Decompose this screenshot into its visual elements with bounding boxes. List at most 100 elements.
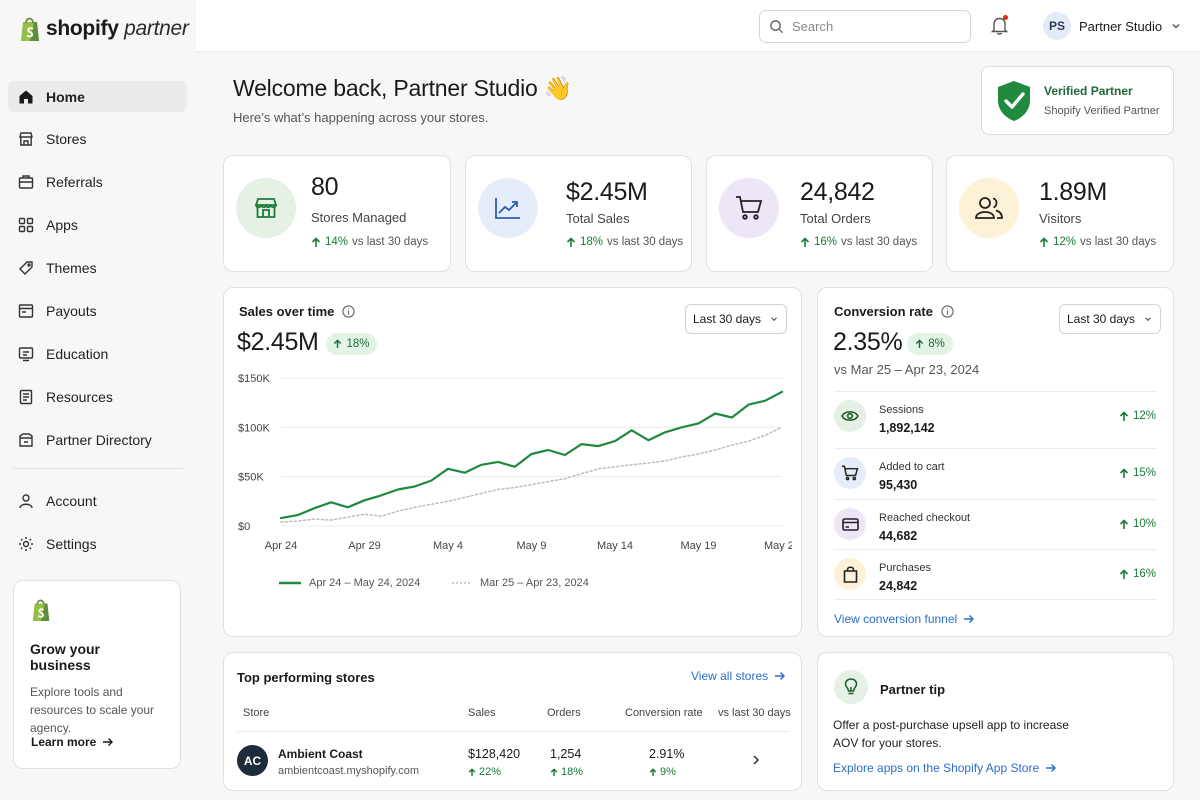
sidebar-item-label: Resources [46,388,113,405]
sidebar: shopify partner Home Stores Referrals Ap… [0,0,196,800]
view-conversion-funnel-link[interactable]: View conversion funnel [834,612,975,626]
sidebar-item-apps[interactable]: Apps [8,209,187,240]
sales-change-value: 18% [346,338,370,350]
arrow-up-icon [311,236,321,247]
arrow-up-icon [916,339,924,349]
chevron-down-icon [1172,24,1180,29]
promo-title: Grow your business [30,641,101,673]
table-row[interactable]: AC Ambient Coast ambientcoast.myshopify.… [224,733,801,789]
sidebar-item-settings[interactable]: Settings [8,528,187,559]
stat-change-value: 12% [1053,236,1077,248]
column-header-conversion[interactable]: Conversion rate [625,707,703,719]
column-header-orders[interactable]: Orders [547,707,581,719]
stat-card-orders[interactable]: 24,842 Total Orders 16% vs last 30 days [706,155,933,272]
stat-change-value: 18% [580,236,604,248]
chevron-right-icon[interactable] [751,754,761,766]
funnel-change-value: 15% [1132,467,1156,479]
store-orders-change: 18% [550,766,583,778]
view-all-stores-label: View all stores [691,669,769,683]
conversion-card: Conversion rate Last 30 days 2.35% 8% vs… [817,287,1174,637]
funnel-change: 16% [1119,568,1156,580]
column-header-store[interactable]: Store [243,707,269,719]
x-tick-label: Apr 24 [265,540,297,552]
view-all-stores-link[interactable]: View all stores [691,669,786,683]
top-stores-title: Top performing stores [237,670,375,685]
sidebar-item-label: Home [46,88,85,105]
sidebar-item-resources[interactable]: Resources [8,381,187,412]
learn-more-link[interactable]: Learn more [31,735,114,749]
verified-title: Verified Partner [1044,84,1133,98]
sales-range-select[interactable]: Last 30 days [685,304,787,334]
stat-card-visitors[interactable]: 1.89M Visitors 12% vs last 30 days [946,155,1174,272]
sidebar-item-home[interactable]: Home [8,81,187,112]
x-tick-label: May 19 [680,540,716,552]
search-input[interactable]: Search [759,10,971,43]
sales-change-badge: 18% [326,333,377,355]
sidebar-item-education[interactable]: Education [8,338,187,369]
stat-card-stores[interactable]: 80 Stores Managed 14% vs last 30 days [223,155,451,272]
users-icon [959,178,1019,238]
arrow-up-icon [550,767,558,776]
stat-change: 14% vs last 30 days [311,236,428,248]
conversion-range-select[interactable]: Last 30 days [1059,304,1161,334]
conversion-value: 2.35% [833,328,903,356]
verified-shield-icon [998,80,1030,121]
info-icon[interactable] [941,305,954,318]
arrow-up-icon [1119,410,1129,421]
stat-card-sales[interactable]: $2.45M Total Sales 18% vs last 30 days [465,155,692,272]
welcome-subtitle: Here’s what’s happening across your stor… [233,110,489,125]
store-name: Ambient Coast [278,747,363,761]
store-url: ambientcoast.myshopify.com [278,765,420,777]
sales-total: $2.45M [237,328,319,356]
stat-change: 18% vs last 30 days [566,236,683,248]
stat-label: Total Sales [566,211,630,226]
sidebar-item-referrals[interactable]: Referrals [8,166,187,197]
sidebar-item-partner-directory[interactable]: Partner Directory [8,424,187,455]
x-tick-label: May 24 [764,540,792,552]
themes-icon [19,260,33,275]
sidebar-item-label: Payouts [46,302,97,319]
column-header-sales[interactable]: Sales [468,707,496,719]
directory-icon [19,432,33,447]
stat-change-note: vs last 30 days [352,236,429,248]
logo-brand: shopify [46,17,119,40]
sidebar-item-account[interactable]: Account [8,485,187,516]
shopify-partner-logo[interactable]: shopify partner [18,15,189,43]
store-sales-change: 22% [468,766,501,778]
arrow-right-icon [775,672,786,680]
sidebar-item-themes[interactable]: Themes [8,252,187,283]
partner-tip-card: Partner tip Offer a post-purchase upsell… [817,652,1174,791]
arrow-up-icon [566,236,576,247]
funnel-label: Sessions [879,404,924,416]
sidebar-item-payouts[interactable]: Payouts [8,295,187,326]
funnel-row-sessions: Sessions 1,892,142 12% [834,391,1156,441]
funnel-change: 15% [1119,467,1156,479]
stat-value: 1.89M [1039,178,1107,206]
trend-up-icon [478,178,538,238]
funnel-change-value: 16% [1132,568,1156,580]
sidebar-item-label: Apps [46,216,78,233]
notifications-button[interactable] [991,15,1008,35]
view-conversion-funnel-label: View conversion funnel [834,612,958,626]
sidebar-item-stores[interactable]: Stores [8,123,187,154]
column-header-change[interactable]: vs last 30 days [718,707,791,719]
funnel-label: Added to cart [879,461,945,473]
verified-partner-badge: Verified Partner Shopify Verified Partne… [981,66,1174,135]
x-tick-label: Apr 29 [348,540,380,552]
stat-change-value: 16% [814,236,838,248]
x-tick-label: May 9 [517,540,547,552]
store-orders: 1,254 [550,747,582,761]
store-conversion-change-value: 9% [660,766,676,778]
shopify-bag-icon [21,17,39,41]
funnel-change: 10% [1119,518,1156,530]
home-icon [19,90,33,103]
y-tick-label: $150K [238,373,270,385]
sidebar-item-label: Themes [46,259,97,276]
promo-card: Grow your business Explore tools and res… [13,580,181,769]
stat-change: 16% vs last 30 days [800,236,917,248]
y-tick-label: $100K [238,422,270,434]
info-icon[interactable] [342,305,356,318]
explore-apps-link[interactable]: Explore apps on the Shopify App Store [833,761,1057,775]
account-menu[interactable]: PS Partner Studio [1043,12,1182,40]
legend-current-label: Apr 24 – May 24, 2024 [309,577,421,589]
